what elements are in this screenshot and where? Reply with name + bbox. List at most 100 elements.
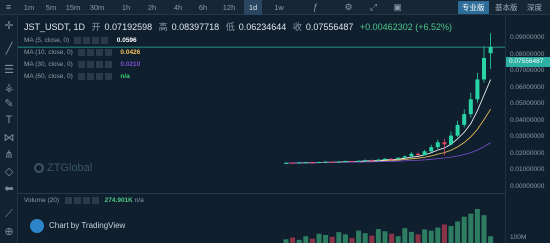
price-tick-label: 0.00000000 <box>510 183 545 190</box>
close-value: 0.07556487 <box>305 22 354 32</box>
candle-body <box>455 124 460 136</box>
volume-bar <box>415 234 421 243</box>
trend-line-icon[interactable]: ╱ <box>2 42 16 56</box>
view-mode-tab-0[interactable]: 专业版 <box>458 1 489 14</box>
timeframe-6h[interactable]: 6h <box>194 0 212 15</box>
indicator-label: MA (5, close, 0) <box>24 37 70 45</box>
indicator-row-ma10[interactable]: MA (10, close, 0) 0.0426 <box>24 49 140 59</box>
volume-bar <box>389 233 395 243</box>
screenshot-icon[interactable]: ▣ <box>392 2 403 13</box>
candle-body <box>475 79 480 100</box>
volume-bar <box>435 227 441 243</box>
timeframe-4h[interactable]: 4h <box>169 0 187 15</box>
text-tool-icon[interactable]: T <box>2 113 16 127</box>
crosshair-icon[interactable]: ✛ <box>2 19 16 33</box>
timeframe-1m[interactable]: 1m <box>20 0 38 15</box>
candle-body <box>435 142 440 148</box>
volume-bar <box>375 229 381 243</box>
candle-body <box>416 153 420 156</box>
timeframe-12h[interactable]: 12h <box>220 0 238 15</box>
indicator-row-ma5[interactable]: MA (5, close, 0) 0.0596 <box>24 37 137 47</box>
volume-label: Volume (20) <box>24 197 60 205</box>
candle-body <box>369 160 374 162</box>
timeframe-15m[interactable]: 15m <box>64 0 82 15</box>
volume-buttons[interactable] <box>64 197 99 204</box>
indicator-row-ma30[interactable]: MA (30, close, 0) 0.0210 <box>24 61 140 71</box>
fullscreen-icon[interactable]: ⤢ <box>368 2 379 13</box>
horizontal-line-icon[interactable]: ☰ <box>2 63 16 77</box>
timeframe-5m[interactable]: 5m <box>42 0 60 15</box>
low-value: 0.06234644 <box>238 22 287 32</box>
candle-body <box>462 114 467 125</box>
candle-body <box>383 158 387 160</box>
volume-bar <box>408 231 414 243</box>
timeframe-1w[interactable]: 1w <box>270 0 288 15</box>
volume-bar <box>316 233 322 243</box>
volume-bar <box>369 235 375 243</box>
candle-body <box>323 161 328 163</box>
volume-bar <box>342 234 348 243</box>
indicators-icon[interactable]: ƒ <box>310 2 321 13</box>
ruler-icon[interactable]: ⟋ <box>2 207 16 221</box>
timeframe-1d[interactable]: 1d <box>244 0 262 15</box>
fib-tool-icon[interactable]: ⚶ <box>2 81 16 95</box>
symbol-label[interactable]: JST_USDT, 1D <box>24 22 85 32</box>
view-mode-tab-1[interactable]: 基本版 <box>491 1 522 14</box>
indicator-label: MA (30, close, 0) <box>24 61 73 69</box>
volume-bar <box>329 236 335 243</box>
tradingview-brand[interactable]: Chart by TradingView <box>30 219 125 233</box>
price-axis[interactable]: 0.09000000 0.08000000 0.07000000 0.06000000… <box>505 15 550 243</box>
volume-bar <box>309 238 315 243</box>
indicator-value: n/a <box>120 73 130 81</box>
brush-icon[interactable]: ✎ <box>2 97 16 111</box>
candle-body <box>389 158 394 160</box>
view-mode-tab-2[interactable]: 深度图 <box>523 1 550 25</box>
volume-bar <box>474 209 480 243</box>
pattern-icon[interactable]: ⋈ <box>2 131 16 145</box>
price-tick-label: 0.04000000 <box>510 116 545 124</box>
candle-body <box>290 162 295 164</box>
indicator-buttons[interactable] <box>77 73 114 80</box>
zoom-icon[interactable]: ⊕ <box>2 225 16 239</box>
shapes-icon[interactable]: ◇ <box>2 165 16 179</box>
candle-body <box>442 142 447 145</box>
volume-bar <box>349 238 355 243</box>
candle-body <box>468 99 473 115</box>
indicator-value: 0.0596 <box>116 37 137 45</box>
chart-settings-icon[interactable]: ≡ <box>3 2 14 13</box>
projection-icon[interactable]: ⋔ <box>2 148 16 162</box>
volume-bar <box>283 239 289 243</box>
indicator-value: 0.0210 <box>120 61 141 69</box>
candle-body <box>488 47 493 54</box>
price-tick-label: 0.05000000 <box>510 100 545 108</box>
timeframe-1h[interactable]: 1h <box>117 0 135 15</box>
high-value: 0.08397718 <box>171 22 220 32</box>
candle-body <box>336 161 341 163</box>
candle-body <box>402 156 407 158</box>
current-price-tag: 0.07556487 <box>506 57 550 68</box>
candle-body <box>310 162 315 164</box>
price-tick-label: 0.09000000 <box>510 34 545 42</box>
volume-bar <box>362 233 368 243</box>
indicator-row-ma60[interactable]: MA (60, close, 0) n/a <box>24 73 130 83</box>
volume-bar <box>448 226 454 243</box>
volume-bar <box>402 228 408 243</box>
settings-gear-icon[interactable]: ⚙ <box>343 2 354 13</box>
volume-bar <box>356 230 362 243</box>
volume-pane[interactable]: Volume (20) 274.901K n/a Chart by Tradin… <box>18 193 505 243</box>
candle-body <box>396 157 401 160</box>
timeframe-2h[interactable]: 2h <box>143 0 161 15</box>
volume-value: 274.901K <box>104 197 133 205</box>
candle-body <box>350 161 354 163</box>
indicator-buttons[interactable] <box>73 37 110 44</box>
high-label: 高 <box>158 22 168 32</box>
back-arrow-icon[interactable]: ⬅ <box>2 182 16 196</box>
indicator-buttons[interactable] <box>77 49 114 56</box>
brand-text: Chart by TradingView <box>49 221 126 231</box>
indicator-buttons[interactable] <box>77 61 114 68</box>
candle-body <box>409 153 414 157</box>
candle-body <box>376 159 381 161</box>
price-tick-label: 0.02000000 <box>510 149 545 157</box>
price-tick-label: 0.03000000 <box>510 133 545 141</box>
timeframe-30m[interactable]: 30m <box>88 0 106 15</box>
